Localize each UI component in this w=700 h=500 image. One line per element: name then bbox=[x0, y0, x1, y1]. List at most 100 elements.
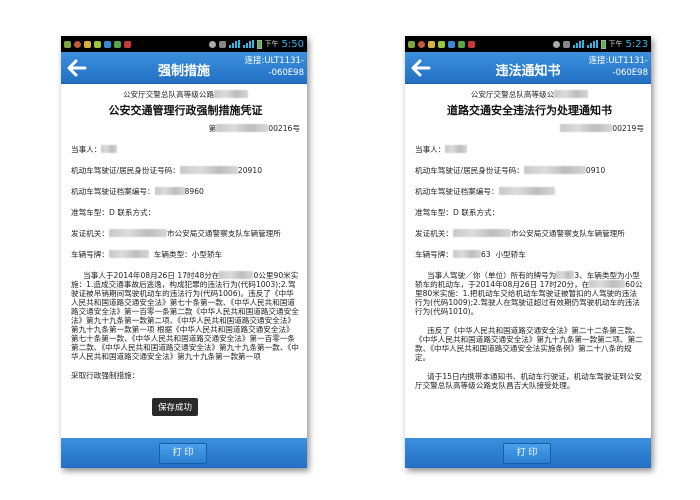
issuer-label: 发证机关： bbox=[71, 229, 109, 238]
redacted-text bbox=[219, 271, 254, 279]
instruction-paragraph: 请于15日内携带本通知书、机动车行驶证，机动车驾驶证到公安厅交警总队高等级公路支… bbox=[415, 372, 642, 390]
party-label: 当事人： bbox=[71, 145, 102, 154]
app-icon bbox=[418, 40, 425, 48]
paragraph-text: 当事人于2014年08月26日 17时48分在 bbox=[83, 271, 220, 280]
save-success-toast: 保存成功 bbox=[152, 398, 199, 416]
clock: 5:50 bbox=[281, 38, 304, 50]
vibrate-icon bbox=[562, 40, 570, 48]
plate-type: 小型轿车 bbox=[495, 250, 526, 259]
app-icon bbox=[74, 40, 81, 48]
phone-screen-enforcement: 下午 5:50 强制措施 连接:ULT1131- -060E98 公安厅交警总队… bbox=[61, 36, 307, 468]
connection-status: 连接:ULT1131- -060E98 bbox=[588, 55, 648, 79]
redacted-text bbox=[498, 187, 555, 195]
redacted-text bbox=[101, 145, 118, 153]
status-bar: 下午 5:23 bbox=[405, 36, 651, 52]
redacted-text bbox=[154, 187, 185, 195]
plate-label: 车辆号牌： bbox=[71, 250, 109, 259]
system-icons: 下午 5:50 bbox=[208, 38, 304, 50]
redacted-text bbox=[108, 229, 167, 237]
redacted-text bbox=[445, 145, 468, 153]
android-icon bbox=[114, 40, 121, 48]
app-icon bbox=[468, 40, 475, 48]
app-icon bbox=[84, 40, 91, 48]
document-number-suffix: 00216号 bbox=[268, 124, 300, 133]
app-icon bbox=[64, 40, 71, 48]
issuer-field: 发证机关： 市公安局交通警察支队车辆管理所 bbox=[415, 229, 644, 238]
archive-field: 机动车驾驶证档案编号： 8960 bbox=[71, 187, 300, 196]
paragraph-text: 当事人驾驶／你（单位）所有的牌号为 bbox=[427, 271, 557, 280]
app-icon bbox=[124, 40, 131, 48]
status-bar: 下午 5:50 bbox=[61, 36, 307, 52]
app-icon bbox=[448, 40, 455, 48]
license-field: 机动车驾驶证/居民身份证号码： 20910 bbox=[71, 166, 300, 175]
archive-tail: 8960 bbox=[184, 187, 204, 196]
license-tail: 20910 bbox=[237, 166, 263, 175]
plate-mid: 63 bbox=[480, 250, 491, 259]
bluetooth-icon bbox=[552, 40, 560, 48]
print-button[interactable]: 打 印 bbox=[503, 443, 551, 464]
signal-icon bbox=[228, 40, 240, 48]
redacted-text bbox=[452, 250, 481, 258]
plate-type: 车辆类型：小型轿车 bbox=[153, 250, 223, 259]
notification-icons bbox=[64, 40, 131, 48]
agency-header: 公安厅交警总队高等级公路 bbox=[71, 90, 300, 99]
print-button[interactable]: 打 印 bbox=[159, 443, 207, 464]
document-content[interactable]: 公安厅交警总队高等级公 道路交通安全违法行为处理通知书 00219号 当事人： … bbox=[405, 85, 651, 438]
lightning-icon bbox=[438, 40, 445, 48]
bluetooth-icon bbox=[208, 40, 216, 48]
paragraph-text: 0公里90米实施：1.造成交通事故后逃逸，构成犯罪的违法行为(代码1003);2… bbox=[71, 271, 299, 361]
app-icon bbox=[104, 40, 111, 48]
connection-line-1: 连接:ULT1131- bbox=[244, 56, 304, 66]
redacted-text bbox=[179, 166, 238, 174]
phone-screen-notice: 下午 5:23 违法通知书 连接:ULT1131- -060E98 公安厅交警总… bbox=[405, 36, 651, 468]
document-number: 00219号 bbox=[415, 124, 644, 133]
party-field: 当事人： bbox=[71, 145, 300, 154]
document-number-prefix: 第 bbox=[208, 124, 217, 133]
redacted-text bbox=[108, 250, 149, 258]
legal-basis-paragraph: 违反了《中华人民共和国道路交通安全法》第二十二条第三款、《中华人民共和国道路交通… bbox=[415, 326, 643, 362]
document-title: 公安交通管理行政强制措施凭证 bbox=[108, 104, 263, 117]
vibrate-icon bbox=[218, 40, 226, 48]
plate-field: 车辆号牌： 63 小型轿车 bbox=[415, 250, 644, 259]
battery-icon bbox=[600, 39, 606, 49]
document-number: 第 00216号 bbox=[71, 124, 300, 133]
archive-field: 机动车驾驶证档案编号： bbox=[415, 187, 644, 196]
archive-label: 机动车驾驶证档案编号： bbox=[415, 187, 499, 196]
redacted-text bbox=[589, 280, 626, 288]
redacted-text bbox=[214, 90, 249, 98]
clock: 5:23 bbox=[625, 38, 648, 50]
license-tail: 0910 bbox=[585, 166, 606, 175]
document-content[interactable]: 公安厅交警总队高等级公路 公安交通管理行政强制措施凭证 第 00216号 当事人：… bbox=[61, 85, 307, 438]
vehicle-class-field: 准驾车型：D 联系方式： bbox=[415, 208, 500, 217]
measures-label: 采取行政强制措施： bbox=[71, 371, 140, 380]
lightning-icon bbox=[94, 40, 101, 48]
issuer-value: 市公安局交通警察支队车辆管理所 bbox=[166, 229, 281, 238]
redacted-text bbox=[556, 271, 575, 279]
agency-name: 公安厅交警总队高等级公 bbox=[470, 90, 555, 99]
agency-header: 公安厅交警总队高等级公 bbox=[415, 90, 644, 99]
party-label: 当事人： bbox=[415, 145, 446, 154]
party-field: 当事人： bbox=[415, 145, 644, 154]
bottom-bar: 打 印 bbox=[61, 438, 307, 468]
license-label: 机动车驾驶证/居民身份证号码： bbox=[71, 166, 180, 175]
signal-icon bbox=[586, 40, 598, 48]
app-icon bbox=[428, 40, 435, 48]
violation-paragraph: 当事人于2014年08月26日 17时48分在 0公里90米实施：1.造成交通事故… bbox=[71, 271, 300, 361]
document-number-suffix: 00219号 bbox=[612, 124, 644, 133]
archive-label: 机动车驾驶证档案编号： bbox=[71, 187, 155, 196]
plate-label: 车辆号牌： bbox=[415, 250, 453, 259]
connection-status: 连接:ULT1131- -060E98 bbox=[244, 55, 304, 79]
connection-line-1: 连接:ULT1131- bbox=[588, 56, 648, 66]
issuer-value: 市公安局交通警察支队车辆管理所 bbox=[510, 229, 625, 238]
issuer-label: 发证机关： bbox=[415, 229, 453, 238]
issuer-field: 发证机关： 市公安局交通警察支队车辆管理所 bbox=[71, 229, 300, 238]
plate-field: 车辆号牌： 车辆类型：小型轿车 bbox=[71, 250, 300, 259]
agency-name: 公安厅交警总队高等级公路 bbox=[122, 90, 215, 99]
am-pm-label: 下午 bbox=[264, 40, 279, 48]
license-field: 机动车驾驶证/居民身份证号码： 0910 bbox=[415, 166, 644, 175]
signal-icon bbox=[572, 40, 584, 48]
redacted-text bbox=[560, 124, 613, 132]
system-icons: 下午 5:23 bbox=[552, 38, 648, 50]
redacted-text bbox=[554, 90, 589, 98]
redacted-text bbox=[452, 229, 511, 237]
